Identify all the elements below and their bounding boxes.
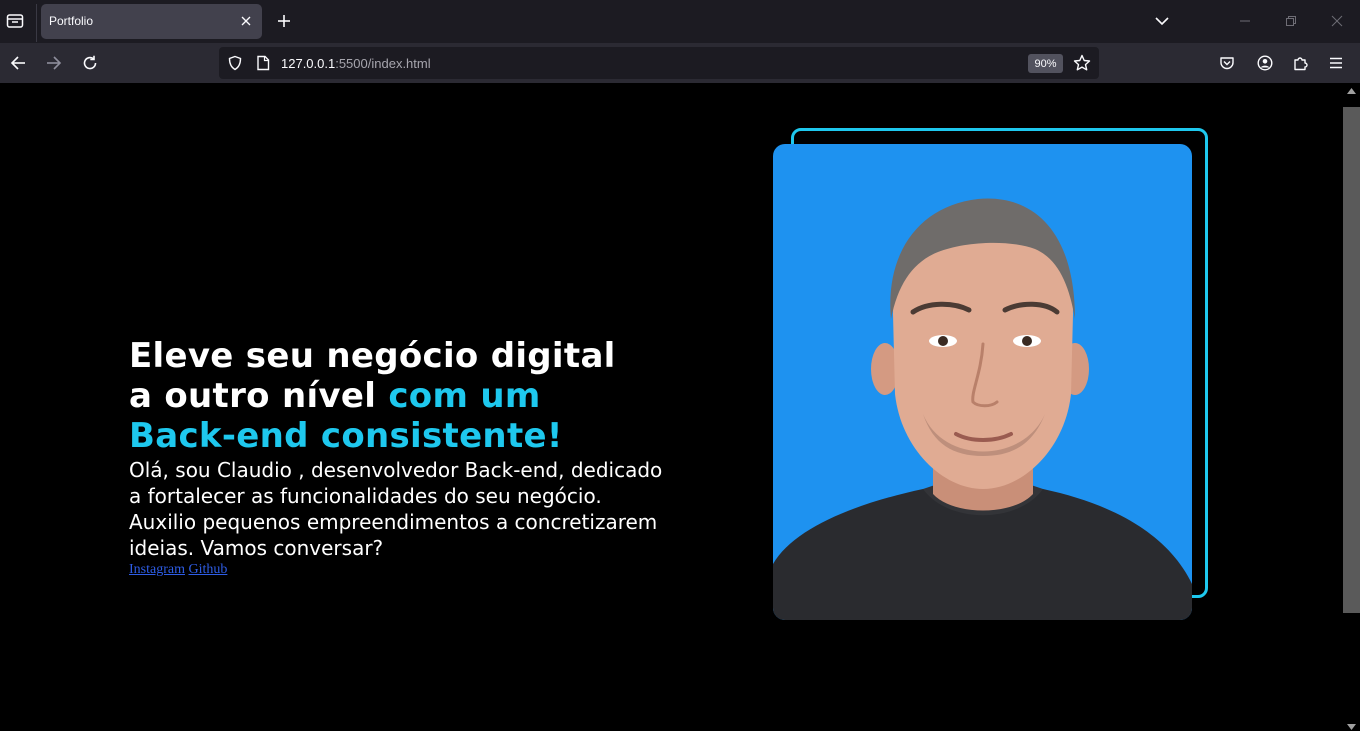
back-button[interactable] bbox=[8, 53, 28, 73]
extensions-button[interactable] bbox=[1291, 53, 1311, 73]
hero-description: Olá, sou Claudio , desenvolvedor Back-en… bbox=[129, 458, 663, 560]
github-link[interactable]: Github bbox=[188, 562, 227, 577]
person-portrait-icon bbox=[773, 198, 1192, 620]
firefox-view-icon bbox=[6, 14, 24, 28]
arrow-right-icon bbox=[47, 56, 62, 70]
account-button[interactable] bbox=[1255, 53, 1275, 73]
tracking-protection-button[interactable] bbox=[226, 54, 244, 72]
shield-icon bbox=[228, 55, 242, 71]
plus-icon bbox=[278, 15, 290, 27]
star-icon bbox=[1073, 54, 1091, 71]
url-path: :5500/index.html bbox=[335, 56, 431, 71]
tab-portfolio[interactable]: Portfolio bbox=[41, 4, 262, 39]
scroll-up-arrow-icon[interactable] bbox=[1346, 87, 1357, 95]
hero-title-accent: com um bbox=[388, 376, 541, 416]
tab-title: Portfolio bbox=[49, 14, 94, 28]
page-icon bbox=[257, 55, 270, 71]
close-icon bbox=[1331, 15, 1343, 27]
app-menu-button[interactable] bbox=[1326, 53, 1346, 73]
url-text[interactable]: 127.0.0.1:5500/index.html bbox=[281, 56, 431, 71]
puzzle-icon bbox=[1294, 57, 1308, 71]
zoom-level-button[interactable]: 90% bbox=[1028, 54, 1063, 73]
pocket-button[interactable] bbox=[1217, 53, 1237, 73]
hero-title-accent-line3: Back-end consistente! bbox=[129, 416, 563, 456]
navigation-toolbar: 127.0.0.1:5500/index.html 90% bbox=[0, 43, 1360, 83]
page-scrollbar[interactable] bbox=[1343, 83, 1360, 730]
scrollbar-thumb[interactable] bbox=[1343, 107, 1360, 613]
restore-button[interactable] bbox=[1281, 11, 1301, 31]
social-links: Instagram Github bbox=[129, 562, 227, 578]
account-icon bbox=[1257, 55, 1273, 71]
tab-bar: Portfolio bbox=[0, 0, 1360, 43]
firefox-view-button[interactable] bbox=[4, 10, 26, 32]
arrow-left-icon bbox=[10, 56, 25, 70]
profile-photo bbox=[773, 144, 1192, 620]
reload-icon bbox=[83, 55, 97, 70]
url-host: 127.0.0.1 bbox=[281, 56, 336, 71]
reload-button[interactable] bbox=[80, 53, 100, 73]
hamburger-menu-icon bbox=[1330, 57, 1342, 69]
instagram-link[interactable]: Instagram bbox=[129, 562, 185, 577]
list-all-tabs-button[interactable] bbox=[1152, 11, 1172, 31]
site-info-button[interactable] bbox=[255, 55, 271, 71]
new-tab-button[interactable] bbox=[274, 11, 294, 31]
hero-title-line2: a outro nível bbox=[129, 376, 389, 416]
close-icon bbox=[241, 16, 251, 26]
url-bar[interactable]: 127.0.0.1:5500/index.html 90% bbox=[219, 47, 1099, 79]
hero-title-line1: Eleve seu negócio digital bbox=[129, 336, 616, 376]
bookmark-button[interactable] bbox=[1073, 54, 1091, 72]
tab-close-button[interactable] bbox=[238, 13, 254, 29]
chevron-down-icon bbox=[1155, 17, 1169, 26]
minimize-button[interactable] bbox=[1235, 11, 1255, 31]
window-close-button[interactable] bbox=[1327, 11, 1347, 31]
tab-separator bbox=[36, 4, 37, 42]
restore-icon bbox=[1286, 16, 1296, 26]
minimize-icon bbox=[1240, 20, 1250, 22]
pocket-icon bbox=[1220, 57, 1234, 70]
hero-title: Eleve seu negócio digital a outro nível … bbox=[129, 336, 729, 456]
forward-button[interactable] bbox=[44, 53, 64, 73]
